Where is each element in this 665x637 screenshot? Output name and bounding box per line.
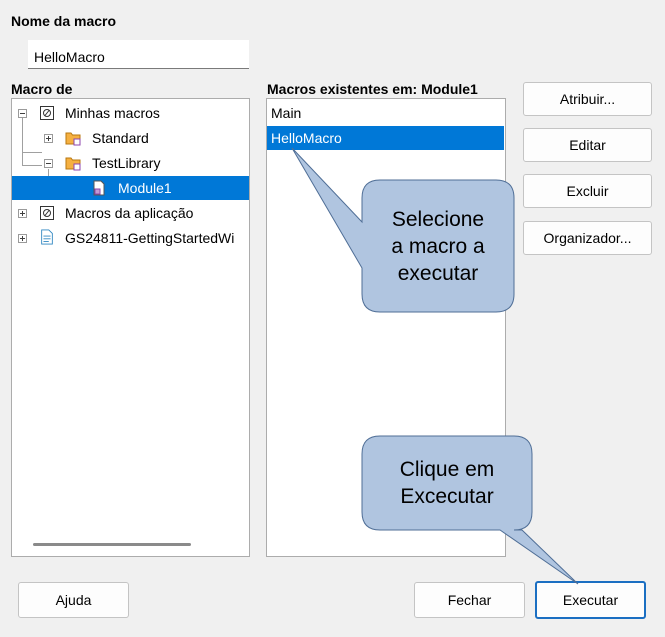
annotation-callouts — [291, 147, 579, 585]
callout-click-text: Clique em Excecutar — [399, 458, 495, 508]
callout-select-text: Selecione a macro a executar — [391, 208, 485, 285]
